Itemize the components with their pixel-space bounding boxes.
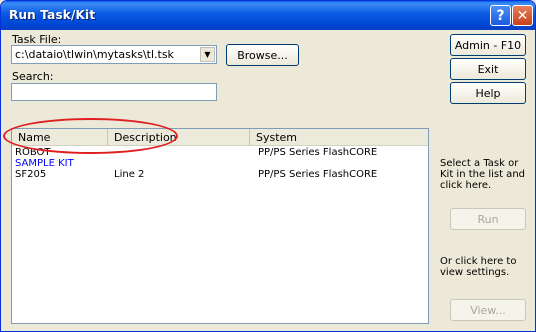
list-header: Name Description System bbox=[12, 129, 428, 146]
exit-button[interactable]: Exit bbox=[450, 58, 526, 80]
task-file-value: c:\dataio\tlwin\mytasks\tl.tsk bbox=[15, 48, 174, 61]
title-bar[interactable]: Run Task/Kit ? ✕ bbox=[1, 1, 535, 30]
browse-button[interactable]: Browse... bbox=[226, 44, 299, 66]
column-name[interactable]: Name bbox=[12, 129, 108, 146]
view-button[interactable]: View... bbox=[450, 299, 526, 321]
task-file-combo[interactable]: c:\dataio\tlwin\mytasks\tl.tsk ▼ bbox=[11, 45, 217, 64]
column-system[interactable]: System bbox=[250, 129, 428, 146]
item-name: ROBOT bbox=[15, 147, 51, 158]
list-item[interactable]: SAMPLE KIT bbox=[12, 158, 428, 169]
search-input[interactable] bbox=[11, 83, 217, 101]
run-task-kit-dialog: Run Task/Kit ? ✕ Task File: c:\dataio\tl… bbox=[0, 0, 536, 332]
item-system: PP/PS Series FlashCORE bbox=[258, 169, 378, 180]
list-item[interactable]: ROBOT PP/PS Series FlashCORE bbox=[12, 147, 428, 158]
admin-button[interactable]: Admin - F10 bbox=[450, 34, 526, 56]
search-label: Search: bbox=[12, 70, 54, 83]
select-hint-text: Select a Task or Kit in the list and cli… bbox=[440, 158, 525, 191]
column-description[interactable]: Description bbox=[108, 129, 250, 146]
item-name: SF205 bbox=[15, 169, 47, 180]
run-button[interactable]: Run bbox=[450, 208, 526, 230]
task-kit-list[interactable]: Name Description System ROBOT PP/PS Seri… bbox=[11, 128, 429, 324]
item-name: SAMPLE KIT bbox=[15, 158, 74, 169]
help-icon[interactable]: ? bbox=[490, 5, 511, 26]
item-system: PP/PS Series FlashCORE bbox=[258, 147, 378, 158]
list-item[interactable]: SF205 Line 2 PP/PS Series FlashCORE bbox=[12, 169, 428, 180]
window-title: Run Task/Kit bbox=[9, 8, 96, 22]
chevron-down-icon[interactable]: ▼ bbox=[200, 47, 215, 62]
close-icon[interactable]: ✕ bbox=[512, 5, 533, 26]
view-hint-text: Or click here to view settings. bbox=[440, 256, 517, 278]
item-description: Line 2 bbox=[114, 169, 145, 180]
help-button[interactable]: Help bbox=[450, 82, 526, 104]
